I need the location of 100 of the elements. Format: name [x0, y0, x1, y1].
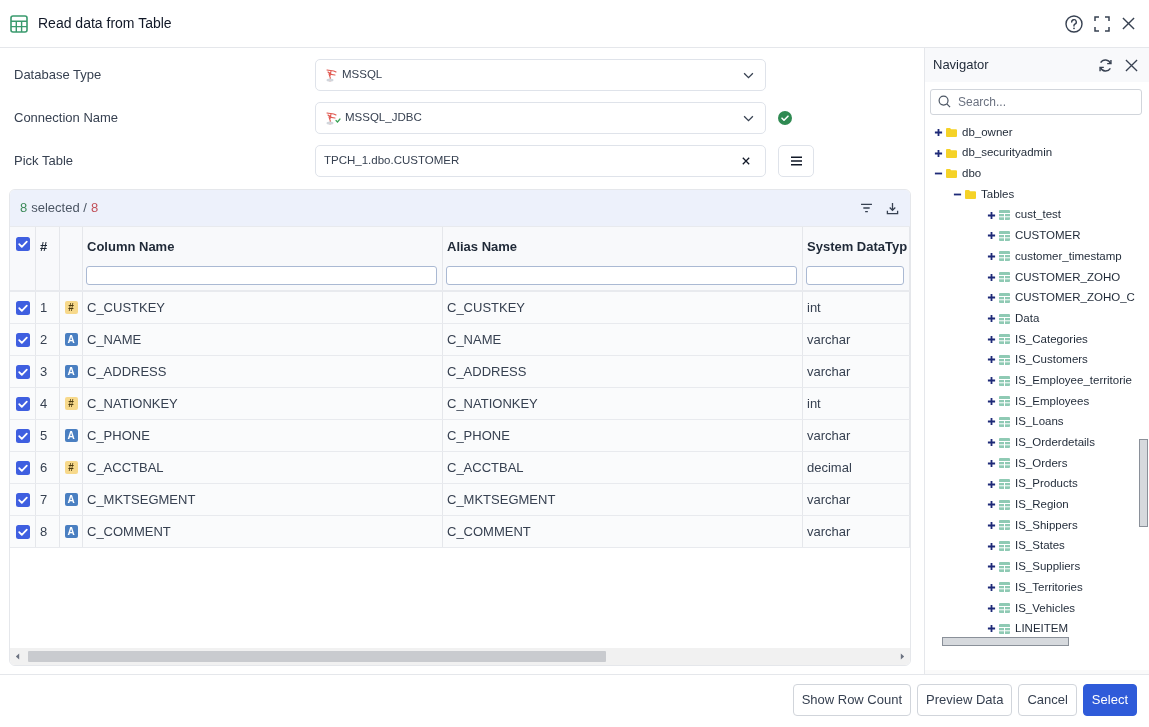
select-field[interactable]: MSSQL_JDBC [315, 102, 766, 134]
tree-item-label[interactable]: IS_Vehicles [1015, 599, 1076, 617]
plus-icon[interactable] [987, 293, 996, 303]
tree-item-label[interactable]: IS_Shippers [1015, 516, 1078, 535]
datatype-badge: A [64, 493, 78, 506]
row-checkbox[interactable] [15, 492, 30, 507]
table-cell-text: C_ACCTBAL [447, 458, 524, 477]
plus-icon[interactable] [987, 210, 996, 220]
plus-icon[interactable] [987, 396, 996, 406]
window-title: Read data from Table [38, 14, 172, 33]
horizontal-scrollbar-thumb[interactable] [942, 637, 1069, 646]
plus-icon[interactable] [987, 355, 996, 365]
plus-icon[interactable] [987, 562, 996, 572]
tree-item-label[interactable]: LINEITEM [1015, 620, 1069, 638]
plus-icon[interactable] [987, 500, 996, 510]
select-field[interactable]: MSSQL [315, 59, 766, 91]
tree-item-label[interactable]: Tables [981, 185, 1015, 204]
tree-item-label[interactable]: IS_Territories [1015, 578, 1083, 597]
row-checkbox[interactable] [15, 524, 30, 539]
refresh-icon[interactable] [1098, 57, 1113, 73]
tree-item-label[interactable]: CUSTOMER [1015, 227, 1081, 245]
column-filter-field[interactable] [446, 266, 797, 285]
row-checkbox[interactable] [15, 300, 30, 315]
plus-icon[interactable] [987, 417, 996, 427]
close-icon[interactable] [1125, 58, 1138, 72]
tree-item-label[interactable]: Data [1015, 309, 1040, 328]
plus-icon[interactable] [987, 231, 996, 241]
plus-icon[interactable] [987, 438, 996, 448]
tree-item-label[interactable]: cust_test [1015, 206, 1062, 224]
plus-icon[interactable] [934, 127, 943, 137]
filter-icon[interactable] [860, 203, 873, 213]
clear-icon[interactable] [742, 157, 750, 165]
plus-icon[interactable] [987, 479, 996, 489]
scrollbar-thumb[interactable] [28, 651, 606, 662]
plus-icon[interactable] [987, 376, 996, 386]
plus-icon[interactable] [987, 314, 996, 324]
plus-icon[interactable] [987, 251, 996, 261]
horizontal-scrollbar[interactable] [10, 648, 910, 665]
row-checkbox[interactable] [15, 364, 30, 379]
total-count: 8 [90, 199, 99, 218]
tree-item-label[interactable]: IS_Region [1015, 496, 1069, 514]
column-header[interactable]: Column Name [83, 227, 175, 261]
row-number: 4 [40, 394, 48, 413]
table-icon [999, 541, 1010, 552]
plus-icon[interactable] [987, 334, 996, 344]
table-cell-text: C_NAME [447, 330, 502, 349]
scroll-left-icon[interactable] [15, 653, 20, 660]
selected-count: 8 [20, 199, 28, 218]
tree-item-label[interactable]: IS_Products [1015, 475, 1078, 493]
secondary-button[interactable]: Show Row Count [792, 684, 912, 716]
row-checkbox[interactable] [15, 460, 30, 475]
scroll-right-icon[interactable] [900, 653, 905, 660]
tree-item-label[interactable]: IS_Suppliers [1015, 558, 1081, 576]
close-icon[interactable] [1122, 17, 1135, 30]
download-icon[interactable] [886, 201, 899, 215]
tree-item-label[interactable]: customer_timestamp [1015, 247, 1122, 266]
tree-item-label[interactable]: IS_Customers [1015, 351, 1088, 369]
secondary-button[interactable]: Cancel [1018, 684, 1077, 716]
row-checkbox[interactable] [15, 428, 30, 443]
table-icon [999, 375, 1010, 386]
expand-icon[interactable] [1094, 15, 1110, 32]
tree-item-label[interactable]: db_owner [962, 123, 1013, 141]
plus-icon[interactable] [987, 582, 996, 592]
row-number: 3 [40, 362, 48, 381]
column-header[interactable]: # [36, 227, 48, 261]
tree-item-label[interactable]: IS_Employees [1015, 392, 1090, 410]
tree-item-label[interactable]: IS_States [1015, 537, 1065, 555]
help-icon[interactable] [1065, 14, 1083, 33]
plus-icon[interactable] [987, 458, 996, 468]
row-checkbox[interactable] [15, 396, 30, 411]
table-icon [999, 210, 1010, 221]
tree-item-label[interactable]: IS_Employee_territorie [1015, 371, 1132, 390]
plus-icon[interactable] [934, 148, 943, 158]
tree-item-label[interactable]: IS_Categories [1015, 330, 1088, 348]
folder-icon [946, 148, 957, 158]
tree-item-label[interactable]: IS_Loans [1015, 413, 1064, 431]
column-filter-field[interactable] [806, 266, 904, 285]
tree-item-label[interactable]: CUSTOMER_ZOHO [1015, 268, 1121, 286]
column-header[interactable]: System DataTyp [803, 227, 908, 261]
table-menu-button[interactable] [778, 145, 814, 177]
plus-icon[interactable] [987, 603, 996, 613]
search-field[interactable]: Search... [930, 89, 1142, 115]
plus-icon[interactable] [987, 624, 996, 634]
table-picker-field[interactable]: TPCH_1.dbo.CUSTOMER [315, 145, 766, 177]
secondary-button[interactable]: Preview Data [917, 684, 1013, 716]
plus-icon[interactable] [987, 541, 996, 551]
plus-icon[interactable] [987, 520, 996, 530]
column-header[interactable]: Alias Name [443, 227, 518, 261]
tree-item-label[interactable]: db_securityadmin [962, 144, 1053, 162]
plus-icon[interactable] [987, 272, 996, 282]
column-filter-field[interactable] [86, 266, 437, 285]
tree-item-label[interactable]: IS_Orderdetails [1015, 434, 1095, 452]
tree-item-label[interactable]: dbo [962, 165, 982, 183]
row-checkbox[interactable] [15, 332, 30, 347]
database-logo-icon [325, 111, 341, 125]
tree-item-label[interactable]: IS_Orders [1015, 454, 1068, 472]
tree-item-label[interactable]: CUSTOMER_ZOHO_C [1015, 289, 1135, 307]
primary-button[interactable]: Select [1082, 684, 1137, 716]
select-all-checkbox[interactable] [15, 237, 30, 251]
vertical-scrollbar-thumb[interactable] [1139, 439, 1148, 527]
